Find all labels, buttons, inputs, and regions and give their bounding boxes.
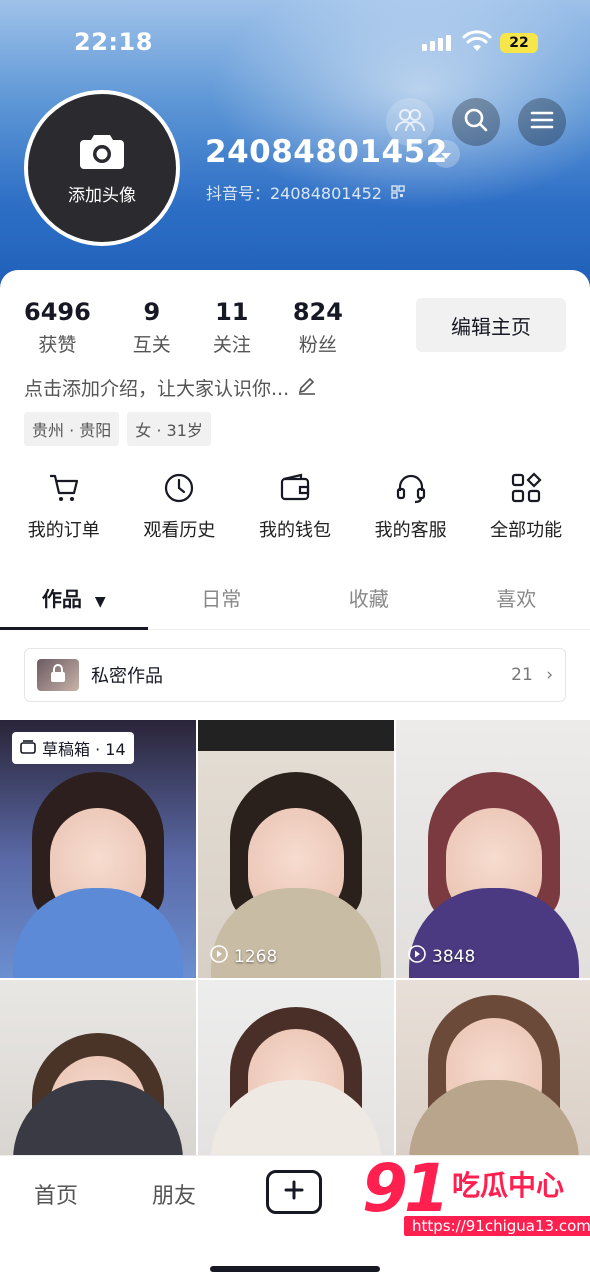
video-thumbnail[interactable] (0, 980, 196, 1170)
private-count-value: 21 (511, 665, 533, 685)
search-button[interactable] (452, 98, 500, 146)
clock-icon (163, 470, 195, 506)
stat-label: 互关 (132, 334, 171, 356)
stat-followers[interactable]: 824 粉丝 (293, 298, 343, 357)
hamburger-icon (530, 110, 554, 134)
drafts-label: 草稿箱 · 14 (42, 740, 126, 759)
private-label: 私密作品 (91, 666, 163, 687)
profile-tags: 贵州 · 贵阳 女 · 31岁 (24, 412, 211, 446)
shortcut-orders[interactable]: 我的订单 (8, 470, 120, 542)
shortcut-all-features[interactable]: 全部功能 (470, 470, 582, 542)
tab-favorites[interactable]: 收藏 (295, 578, 443, 629)
stat-label: 获赞 (38, 334, 77, 356)
play-count: 3848 (408, 945, 475, 968)
shortcut-wallet[interactable]: 我的钱包 (239, 470, 351, 542)
video-thumbnail[interactable]: 1268 (198, 720, 394, 978)
username: 24084801452 (205, 134, 448, 170)
avatar-label: 添加头像 (68, 185, 136, 206)
shortcut-label: 我的客服 (374, 520, 447, 541)
chevron-right-icon: › (546, 665, 553, 685)
drafts-badge: 草稿箱 · 14 (12, 732, 134, 764)
shortcut-label: 全部功能 (490, 520, 563, 541)
menu-button[interactable] (518, 98, 566, 146)
wallet-icon (279, 470, 311, 506)
private-works-row[interactable]: 私密作品 21 › (24, 648, 566, 702)
headset-icon (395, 470, 427, 506)
nav-friends[interactable]: 朋友 (152, 1178, 196, 1210)
content-tabs: 作品 ▼ 日常 收藏 喜欢 (0, 578, 590, 630)
account-switch-button[interactable] (432, 140, 460, 168)
video-thumbnail[interactable]: 草稿箱 · 14 (0, 720, 196, 978)
avatar-add-button[interactable]: 添加头像 (24, 90, 180, 246)
video-thumbnail[interactable] (396, 980, 590, 1170)
douyin-id-text: 抖音号：24084801452 (206, 184, 382, 203)
stat-mutual[interactable]: 9 互关 (133, 298, 171, 357)
create-button[interactable] (266, 1170, 322, 1214)
play-icon (210, 945, 228, 968)
private-thumbnail (37, 659, 79, 691)
profile-card: 6496 获赞 9 互关 11 关注 824 粉丝 编辑主页 点击添加介绍，让大… (0, 270, 590, 1280)
tab-label: 作品 (41, 587, 82, 611)
stat-label: 粉丝 (298, 334, 337, 356)
shortcut-label: 我的订单 (27, 520, 100, 541)
pencil-icon (297, 375, 317, 400)
tab-daily[interactable]: 日常 (148, 578, 296, 629)
stat-value: 6496 (24, 298, 91, 326)
private-count: 21 › (511, 665, 553, 685)
plus-icon (283, 1179, 305, 1205)
stat-likes[interactable]: 6496 获赞 (24, 298, 91, 357)
stat-value: 9 (143, 298, 161, 326)
wifi-icon (462, 30, 492, 58)
drafts-icon (20, 739, 36, 758)
cart-icon (48, 470, 80, 506)
nav-home[interactable]: 首页 (34, 1178, 78, 1210)
search-icon (463, 107, 489, 137)
caret-down-icon: ▼ (94, 594, 106, 610)
play-icon (408, 945, 426, 968)
stat-value: 824 (292, 298, 343, 326)
signal-icon (422, 35, 451, 51)
edit-profile-button[interactable]: 编辑主页 (416, 298, 566, 352)
people-icon (395, 108, 425, 136)
play-count-value: 3848 (432, 946, 476, 967)
qrcode-icon (391, 184, 405, 203)
profile-screen: 22:18 22 添加头像 24084801452 抖音号：2408480145… (0, 0, 590, 1280)
watermark-url: https://91chigua13.com (404, 1216, 590, 1236)
shortcut-label: 我的钱包 (258, 520, 331, 541)
video-thumbnail[interactable]: 3848 (396, 720, 590, 978)
shortcut-row: 我的订单 观看历史 我的钱包 我的客服 全部功能 (0, 470, 590, 542)
watermark-name: 吃瓜中心 (452, 1169, 565, 1202)
shortcut-customer-service[interactable]: 我的客服 (355, 470, 467, 542)
caret-down-icon (440, 145, 452, 164)
home-indicator (210, 1266, 380, 1272)
grid-icon (510, 470, 542, 506)
douyin-id[interactable]: 抖音号：24084801452 (206, 180, 405, 204)
stats-row: 6496 获赞 9 互关 11 关注 824 粉丝 (24, 298, 385, 357)
shortcut-history[interactable]: 观看历史 (123, 470, 235, 542)
tab-works[interactable]: 作品 ▼ (0, 578, 148, 630)
stat-value: 11 (215, 298, 249, 326)
gender-age-tag: 女 · 31岁 (127, 412, 211, 446)
shortcut-label: 观看历史 (143, 520, 216, 541)
camera-icon (78, 131, 126, 175)
status-time: 22:18 (74, 28, 153, 56)
stat-label: 关注 (212, 334, 251, 356)
watermark-logo: 91 吃瓜中心 https://91chigua13.com (362, 1150, 590, 1246)
stat-following[interactable]: 11 关注 (213, 298, 251, 357)
status-bar: 22:18 22 (0, 0, 590, 88)
battery-icon: 22 (500, 33, 538, 53)
tab-likes[interactable]: 喜欢 (443, 578, 590, 629)
bio[interactable]: 点击添加介绍，让大家认识你... (24, 374, 317, 401)
bio-text: 点击添加介绍，让大家认识你... (24, 378, 290, 400)
video-grid: 草稿箱 · 14 1268 3848 (0, 720, 590, 1170)
play-count: 1268 (210, 945, 277, 968)
lock-icon (49, 663, 67, 687)
video-thumbnail[interactable] (198, 980, 394, 1170)
location-tag: 贵州 · 贵阳 (24, 412, 120, 446)
play-count-value: 1268 (234, 946, 278, 967)
